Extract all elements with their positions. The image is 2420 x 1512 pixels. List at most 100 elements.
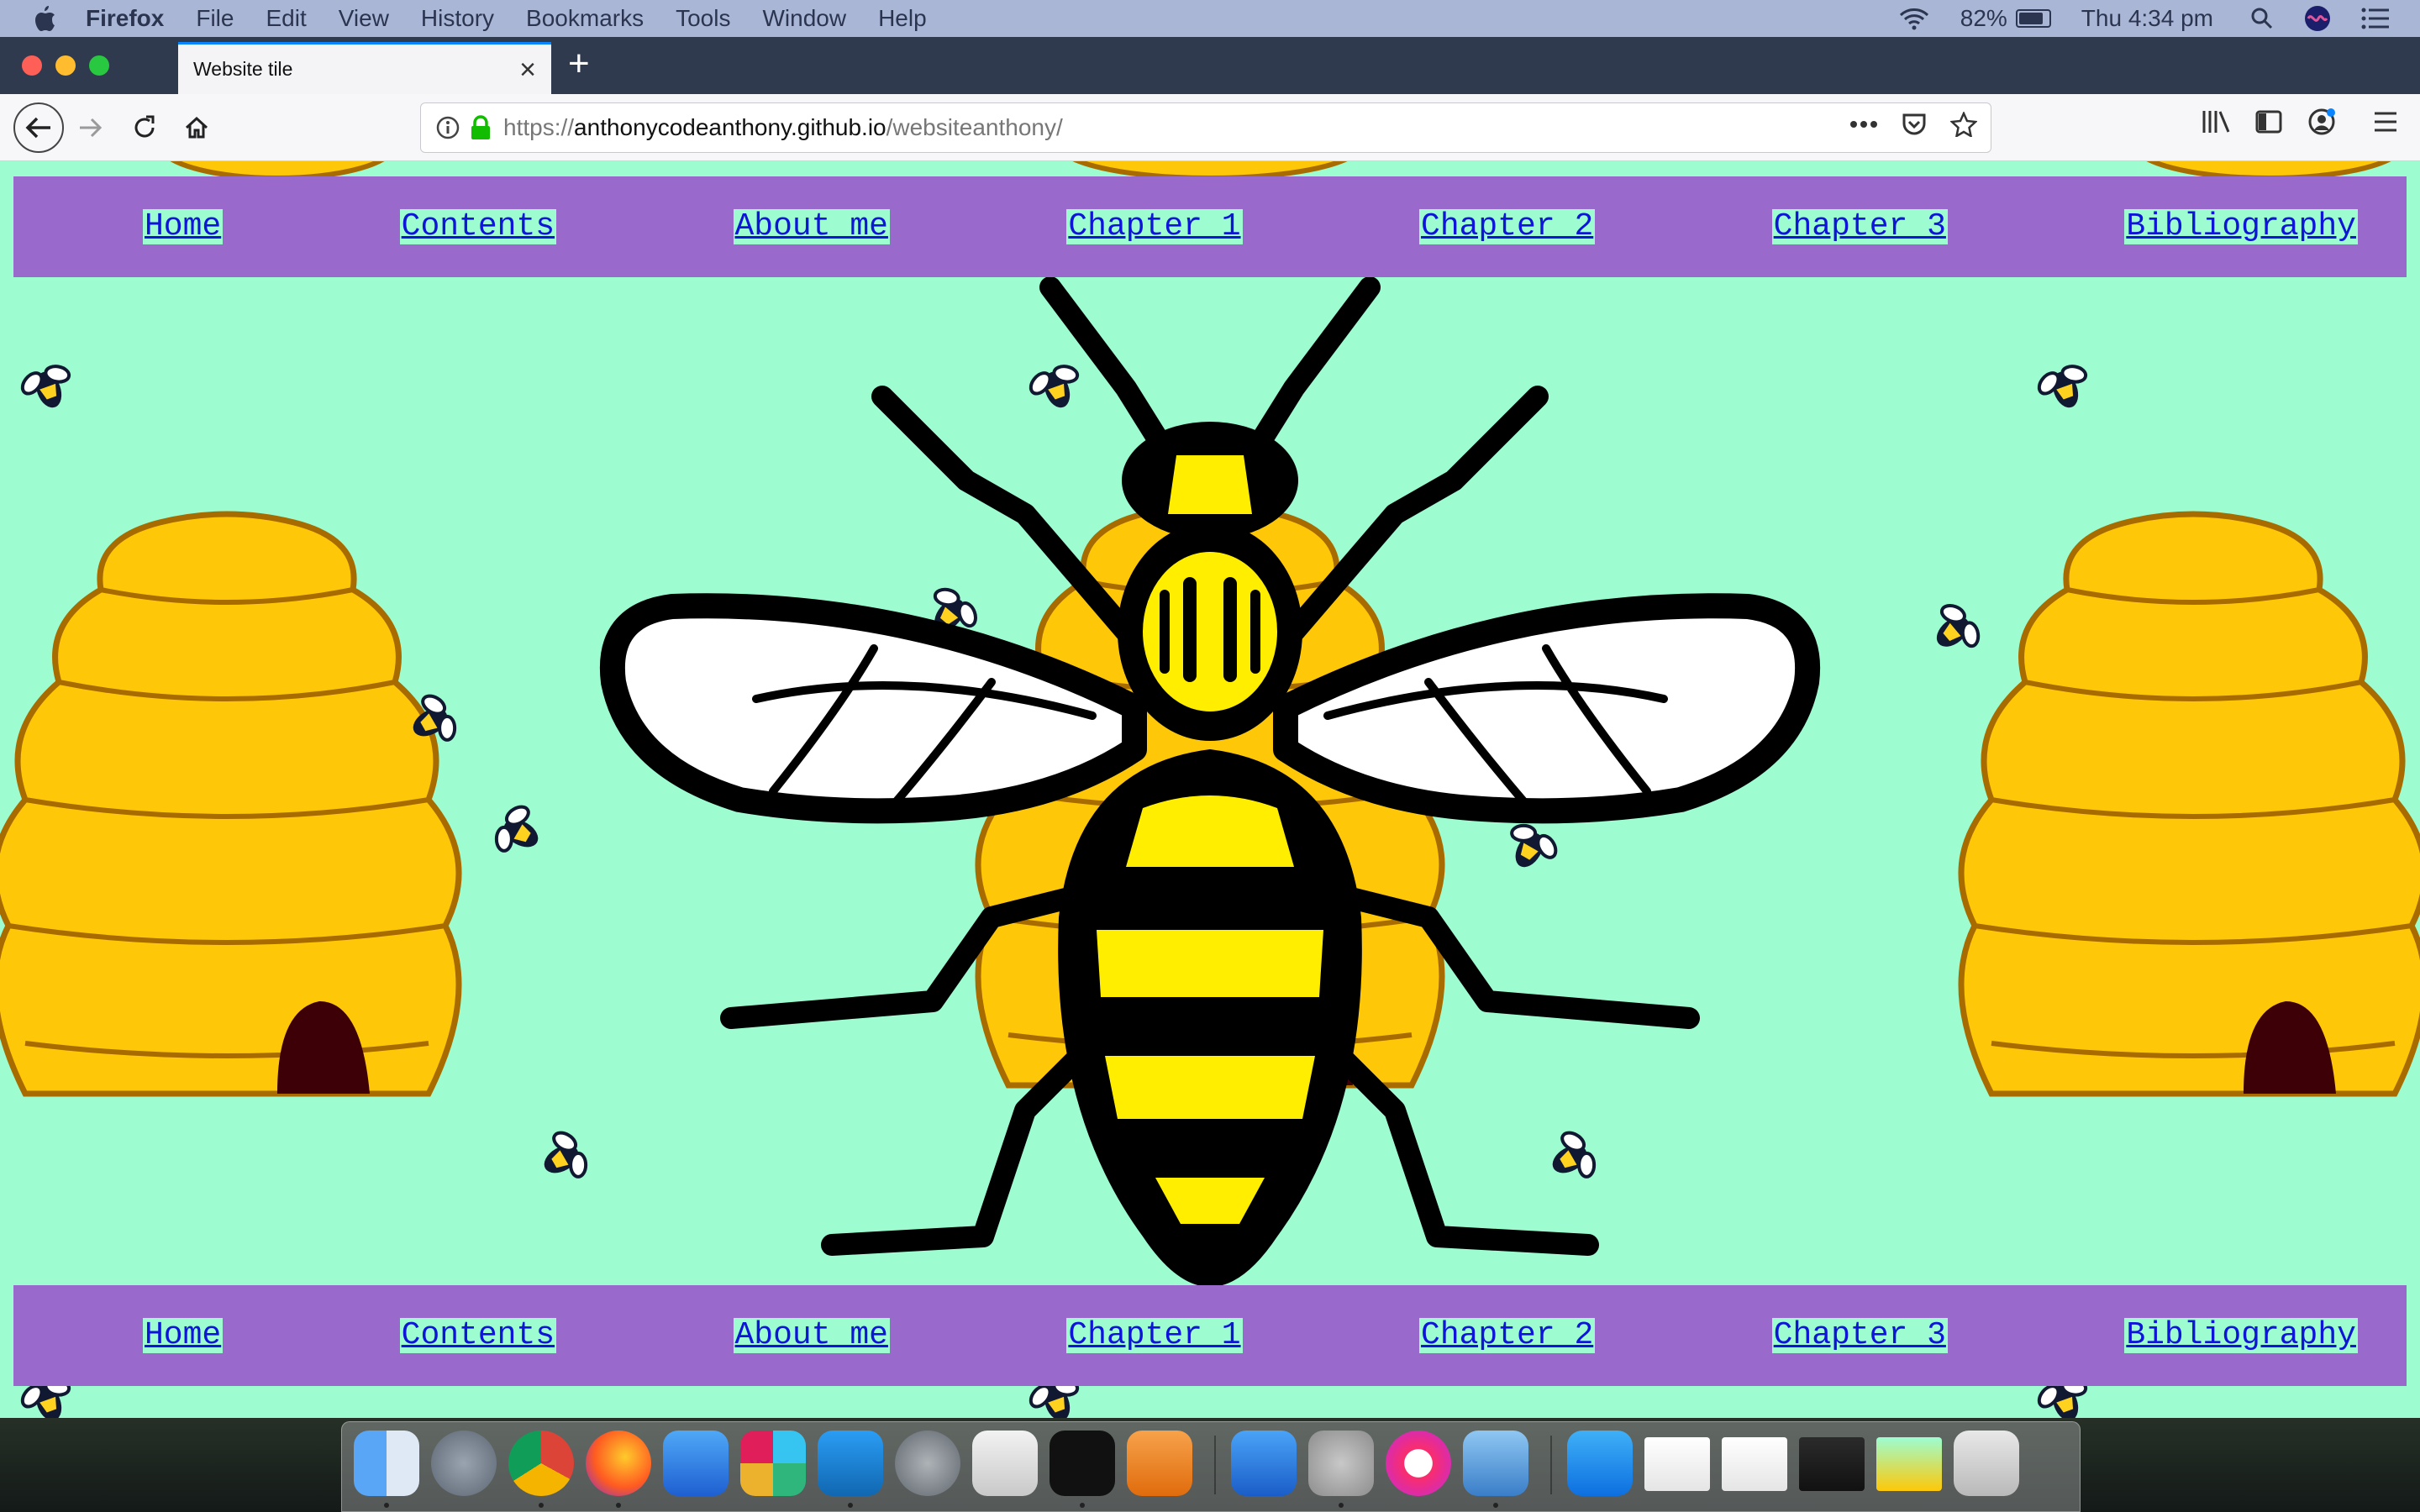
nav-link-home[interactable]: Home <box>143 1318 224 1353</box>
reload-icon <box>134 115 155 138</box>
pages-icon[interactable] <box>1127 1431 1192 1496</box>
app-store-icon[interactable] <box>1567 1431 1633 1496</box>
finder-icon[interactable] <box>354 1431 419 1496</box>
launchpad-icon[interactable] <box>431 1431 497 1496</box>
window-thumb-2[interactable] <box>1722 1437 1787 1491</box>
dock <box>341 1421 2081 1512</box>
nav-link-about-me[interactable]: About me <box>733 1318 890 1353</box>
xcode-icon[interactable] <box>663 1431 729 1496</box>
nav-link-chapter-2[interactable]: Chapter 2 <box>1419 209 1596 244</box>
sidebar-icon[interactable] <box>2255 110 2282 134</box>
menu-edit[interactable]: Edit <box>266 5 306 32</box>
nav-menu-bottom: Home Contents About me Chapter 1 Chapter… <box>13 1285 2407 1386</box>
back-button[interactable] <box>13 102 64 153</box>
slack-icon[interactable] <box>740 1431 806 1496</box>
running-indicator <box>1493 1503 1498 1508</box>
minimize-window-button[interactable] <box>55 55 76 76</box>
trash-icon[interactable] <box>1954 1431 2019 1496</box>
window-thumb-4[interactable] <box>1876 1437 1942 1491</box>
siri-icon[interactable] <box>2304 5 2331 32</box>
battery-percent: 82% <box>1960 5 2007 31</box>
battery-status[interactable]: 82% <box>1960 5 2051 32</box>
menu-bar: Firefox File Edit View History Bookmarks… <box>0 0 2420 37</box>
preview-icon[interactable] <box>1463 1431 1528 1496</box>
close-window-button[interactable] <box>22 55 42 76</box>
running-indicator <box>1339 1503 1344 1508</box>
web-page: Home Contents About me Chapter 1 Chapter… <box>0 161 2420 1418</box>
apple-logo-icon[interactable] <box>32 4 57 33</box>
wifi-icon[interactable] <box>1898 7 1930 30</box>
reload-button[interactable] <box>124 108 165 148</box>
menu-bookmarks[interactable]: Bookmarks <box>526 5 644 32</box>
menu-view[interactable]: View <box>339 5 389 32</box>
firefox-icon[interactable] <box>586 1431 651 1496</box>
bee-hive-background <box>0 161 2420 1418</box>
window-thumb-1[interactable] <box>1644 1437 1710 1491</box>
menu-file[interactable]: File <box>196 5 234 32</box>
app-menu-firefox[interactable]: Firefox <box>86 5 164 32</box>
nav-link-chapter-1[interactable]: Chapter 1 <box>1066 1318 1243 1353</box>
battery-fill <box>2018 13 2043 24</box>
url-host: anthonycodeanthony.github.io <box>574 114 886 140</box>
library-icon[interactable] <box>2202 109 2230 134</box>
nav-link-chapter-1[interactable]: Chapter 1 <box>1066 209 1243 244</box>
keychain-icon[interactable] <box>1308 1431 1374 1496</box>
vscode-icon[interactable] <box>818 1431 883 1496</box>
home-button[interactable] <box>176 108 217 148</box>
running-indicator <box>539 1503 544 1508</box>
chrome-icon[interactable] <box>508 1431 574 1496</box>
nav-link-bibliography[interactable]: Bibliography <box>2124 1318 2358 1353</box>
nav-link-chapter-3[interactable]: Chapter 3 <box>1771 209 1948 244</box>
nav-link-bibliography[interactable]: Bibliography <box>2124 209 2358 244</box>
forward-button[interactable] <box>71 108 111 148</box>
dock-separator <box>1550 1436 1552 1494</box>
toolbar-right <box>2202 108 2420 136</box>
status-area: 82% Thu 4:34 pm <box>1898 5 2420 32</box>
nav-link-about-me[interactable]: About me <box>733 209 890 244</box>
battery-icon <box>2015 9 2051 28</box>
menu-history[interactable]: History <box>421 5 494 32</box>
nav-link-contents[interactable]: Contents <box>399 209 557 244</box>
clock[interactable]: Thu 4:34 pm <box>2081 5 2213 32</box>
url-path: /websiteanthony/ <box>886 114 1063 140</box>
tab-website-tile[interactable]: Website tile × <box>178 42 551 94</box>
system-preferences-icon[interactable] <box>895 1431 960 1496</box>
address-bar-actions <box>1826 112 1977 137</box>
keynote-icon[interactable] <box>1231 1431 1297 1496</box>
window-thumb-3[interactable] <box>1799 1437 1865 1491</box>
new-tab-button[interactable]: + <box>568 45 590 82</box>
running-indicator <box>384 1503 389 1508</box>
secure-lock-icon[interactable] <box>470 115 492 140</box>
tab-close-icon[interactable]: × <box>519 55 536 84</box>
nav-link-chapter-2[interactable]: Chapter 2 <box>1419 1318 1596 1353</box>
address-bar[interactable]: https://anthonycodeanthony.github.io/web… <box>420 102 1991 153</box>
bookmark-star-icon[interactable] <box>1950 112 1977 137</box>
notification-center-icon[interactable] <box>2361 8 2390 29</box>
forward-arrow-icon <box>80 118 103 138</box>
running-indicator <box>616 1503 621 1508</box>
screenshot-icon[interactable] <box>972 1431 1038 1496</box>
dock-separator <box>1214 1436 1216 1494</box>
running-indicator <box>1080 1503 1085 1508</box>
music-icon[interactable] <box>1386 1431 1451 1496</box>
zoom-window-button[interactable] <box>89 55 109 76</box>
nav-link-home[interactable]: Home <box>143 209 224 244</box>
hamburger-menu-icon[interactable] <box>2373 111 2398 133</box>
nav-menu-top: Home Contents About me Chapter 1 Chapter… <box>13 176 2407 277</box>
home-icon <box>185 116 208 139</box>
tab-bar: Website tile × + <box>0 37 2420 94</box>
spotlight-icon[interactable] <box>2250 7 2274 30</box>
page-actions-icon[interactable] <box>1849 120 1878 129</box>
nav-link-chapter-3[interactable]: Chapter 3 <box>1771 1318 1948 1353</box>
menu-window[interactable]: Window <box>762 5 846 32</box>
firefox-account-icon[interactable] <box>2307 108 2336 136</box>
menu-tools[interactable]: Tools <box>676 5 730 32</box>
pocket-icon[interactable] <box>1902 113 1927 136</box>
menu-help[interactable]: Help <box>878 5 927 32</box>
back-arrow-icon <box>25 117 50 139</box>
terminal-icon[interactable] <box>1050 1431 1115 1496</box>
running-indicator <box>848 1503 853 1508</box>
nav-link-contents[interactable]: Contents <box>399 1318 557 1353</box>
page-info-icon[interactable] <box>436 116 460 139</box>
url-text[interactable]: https://anthonycodeanthony.github.io/web… <box>503 114 1063 141</box>
